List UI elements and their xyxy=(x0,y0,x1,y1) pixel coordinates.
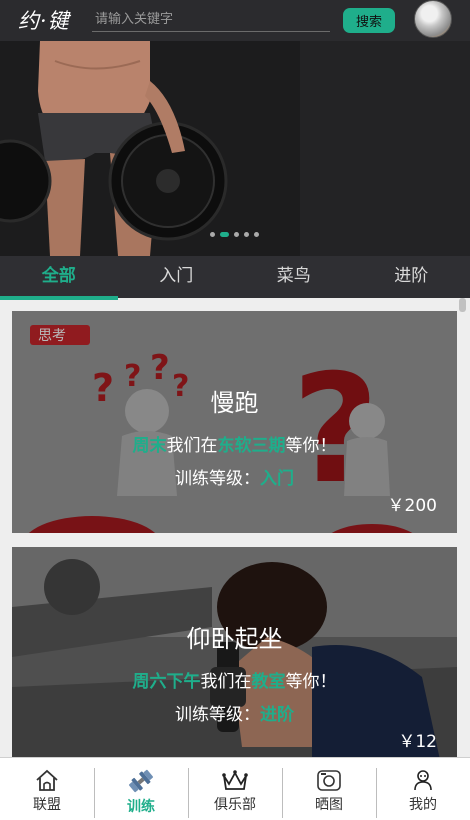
nav-item-mine[interactable]: 我的 xyxy=(376,758,470,820)
course-price: ￥200 xyxy=(387,496,437,516)
course-price: ￥12 xyxy=(398,732,437,752)
nav-item-alliance[interactable]: 联盟 xyxy=(0,758,94,820)
carousel-dot[interactable] xyxy=(210,232,215,237)
carousel-dot[interactable] xyxy=(254,232,259,237)
top-bar: 约·键 搜索 xyxy=(0,0,470,41)
level-value: 入门 xyxy=(260,469,294,489)
nav-label: 晒图 xyxy=(315,797,343,813)
schedule-suffix: 等你！ xyxy=(285,672,337,692)
bottom-nav: 联盟 训练 俱乐部 晒图 我的 xyxy=(0,757,470,820)
user-icon xyxy=(414,770,432,791)
course-place: 教室 xyxy=(251,672,286,692)
nav-label: 训练 xyxy=(127,799,155,815)
carousel-dot-active[interactable] xyxy=(220,232,229,237)
level-tabs: 全部 入门 菜鸟 进阶 xyxy=(0,256,470,300)
nav-label: 联盟 xyxy=(33,797,61,813)
banner-image xyxy=(0,41,470,256)
camera-icon xyxy=(317,770,341,791)
course-title: 仰卧起坐 xyxy=(186,625,283,653)
carousel-dot[interactable] xyxy=(244,232,249,237)
course-title: 慢跑 xyxy=(210,389,259,417)
nav-item-photos[interactable]: 晒图 xyxy=(282,758,376,820)
nav-item-club[interactable]: 俱乐部 xyxy=(188,758,282,820)
nav-item-training[interactable]: 训练 xyxy=(94,758,188,820)
course-place: 东软三期 xyxy=(217,436,286,456)
course-card[interactable]: 思考 ? ? ? ? ? 慢跑 周末我们在东软三期等你！ 训练等级：入门 ￥20… xyxy=(12,311,457,533)
nav-label: 俱乐部 xyxy=(214,797,256,813)
tab-advanced[interactable]: 进阶 xyxy=(353,256,470,298)
search-input[interactable] xyxy=(92,8,330,32)
search-button[interactable]: 搜索 xyxy=(343,8,395,33)
course-level: 训练等级：进阶 xyxy=(12,700,457,725)
tab-all[interactable]: 全部 xyxy=(0,256,118,300)
level-label: 训练等级： xyxy=(175,705,260,725)
course-schedule: 周末我们在东软三期等你！ xyxy=(12,431,457,456)
course-time: 周六下午 xyxy=(132,672,201,692)
scrollbar-thumb[interactable] xyxy=(459,298,466,312)
schedule-prefix: 我们在 xyxy=(166,436,218,456)
level-label: 训练等级： xyxy=(175,469,260,489)
schedule-prefix: 我们在 xyxy=(200,672,252,692)
app-logo[interactable]: 约·键 xyxy=(18,5,70,35)
course-level: 训练等级：入门 xyxy=(12,464,457,489)
user-avatar[interactable] xyxy=(414,0,452,38)
card-overlay xyxy=(12,547,457,769)
tab-beginner[interactable]: 入门 xyxy=(118,256,236,298)
level-value: 进阶 xyxy=(260,705,294,725)
banner-carousel[interactable] xyxy=(0,41,470,256)
carousel-dot[interactable] xyxy=(234,232,239,237)
course-time: 周末 xyxy=(132,436,167,456)
schedule-suffix: 等你！ xyxy=(285,436,337,456)
dumbbell-icon xyxy=(129,769,153,793)
course-card[interactable]: 仰卧起坐 周六下午我们在教室等你！ 训练等级：进阶 ￥12 xyxy=(12,547,457,769)
tab-novice[interactable]: 菜鸟 xyxy=(235,256,353,298)
course-schedule: 周六下午我们在教室等你！ xyxy=(12,667,457,692)
nav-label: 我的 xyxy=(409,797,437,813)
home-icon xyxy=(36,769,58,791)
carousel-indicators xyxy=(210,232,259,237)
crown-icon xyxy=(222,770,248,790)
